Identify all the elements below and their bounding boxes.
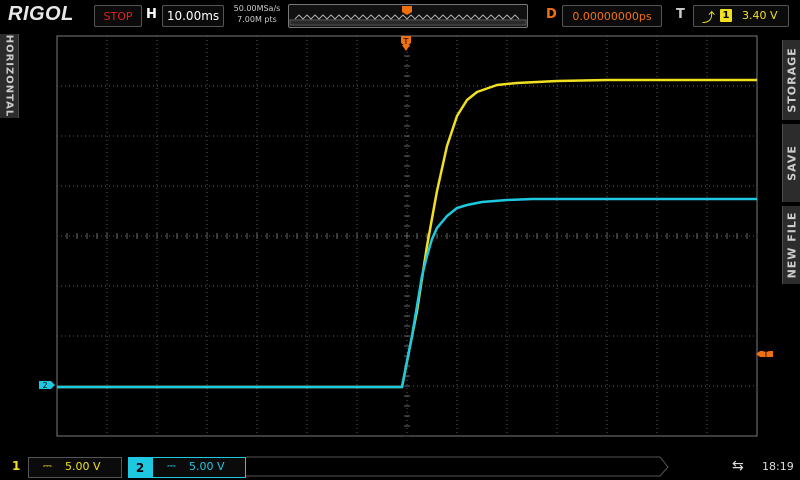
save-menu-tab[interactable]: SAVE [782, 124, 800, 202]
bottom-status-bar: 1 ⎓ 5.00 V 2 ⎓ 5.00 V ⇆ 18:19 [0, 454, 800, 480]
trigger-position-marker[interactable]: T [401, 36, 411, 51]
horizontal-menu-tab[interactable]: HORIZONTAL [0, 34, 19, 118]
waveform-display[interactable]: T T 2 [0, 0, 800, 480]
system-clock: 18:19 [762, 460, 794, 473]
new-file-menu-tab[interactable]: NEW FILE [782, 206, 800, 284]
trigger-position-label: T [403, 37, 409, 46]
horizontal-menu-label: HORIZONTAL [3, 34, 15, 118]
new-file-menu-label: NEW FILE [785, 211, 799, 279]
storage-menu-label: STORAGE [785, 47, 799, 113]
usb-icon: ⇆ [732, 458, 744, 474]
graticule [56, 35, 758, 437]
save-menu-label: SAVE [785, 145, 799, 181]
ch2-offset-marker-label: 2 [42, 381, 47, 390]
trigger-level-marker[interactable]: T [756, 350, 773, 359]
trigger-level-marker-label: T [763, 350, 769, 359]
ch2-offset-marker[interactable]: 2 [39, 381, 55, 390]
storage-menu-tab[interactable]: STORAGE [782, 40, 800, 120]
bottom-bar-decor [246, 456, 669, 477]
